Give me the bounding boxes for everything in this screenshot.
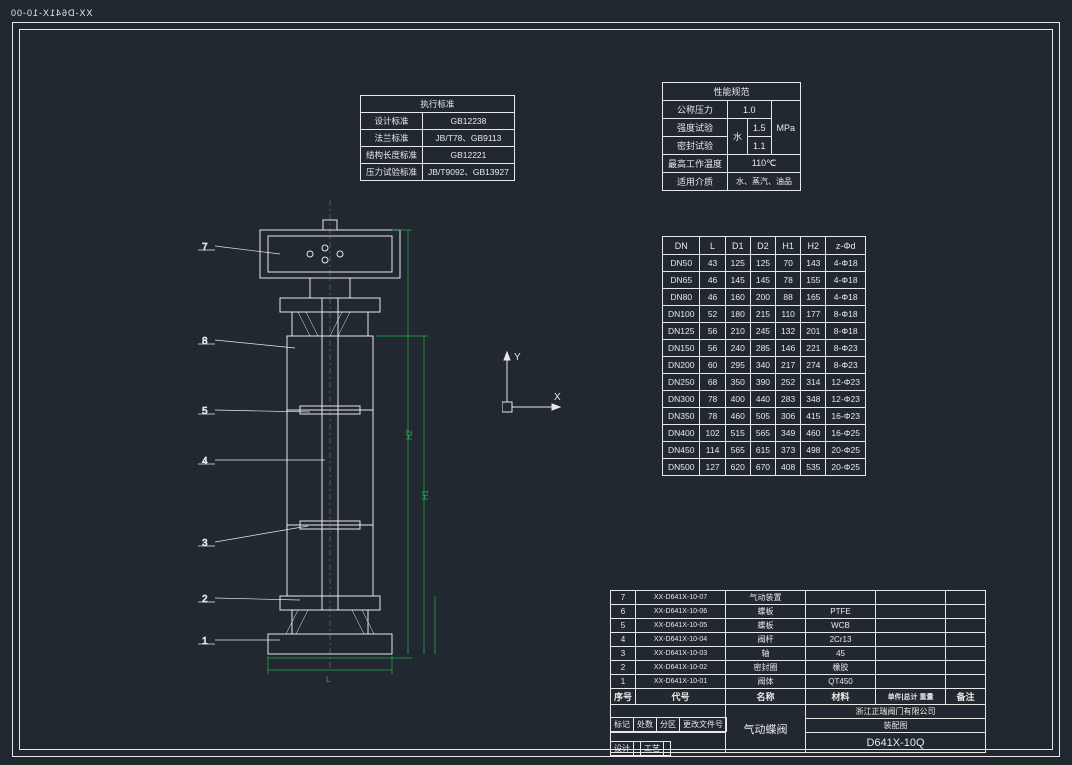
svg-text:5: 5 (202, 406, 208, 417)
svg-text:8: 8 (202, 336, 208, 347)
svg-text:3: 3 (202, 538, 208, 549)
svg-text:7: 7 (202, 242, 208, 253)
svg-text:H1: H1 (421, 489, 430, 500)
svg-text:H2: H2 (405, 429, 414, 440)
performance-spec-table: 性能规范 公称压力 1.0 MPa 强度试验 水 1.5 密封试验 1.1 最高… (662, 82, 801, 191)
drawing-title: 气动蝶阀 (726, 705, 806, 753)
exec-std-title: 执行标准 (361, 96, 515, 113)
company-name: 浙江正瑞阀门有限公司 (806, 705, 986, 719)
valve-drawing: 7 8 5 4 3 2 1 H2 H1 L (180, 200, 560, 700)
drawing-tab: XX-D641X-10-00 (10, 8, 93, 18)
svg-text:L: L (326, 675, 331, 684)
drawing-number: D641X-10Q (806, 733, 986, 753)
title-block: 7XX-D641X-10-07气动装置6XX-D641X-10-06蝶板PTFE… (610, 590, 986, 753)
svg-text:1: 1 (202, 636, 208, 647)
dimension-table: DNLD1D2H1H2z-Φd DN5043125125701434-Φ18DN… (662, 236, 866, 476)
svg-text:2: 2 (202, 594, 208, 605)
execution-standards-table: 执行标准 设计标准GB12238 法兰标准JB/T78、GB9113 结构长度标… (360, 95, 515, 181)
svg-text:4: 4 (202, 456, 208, 467)
